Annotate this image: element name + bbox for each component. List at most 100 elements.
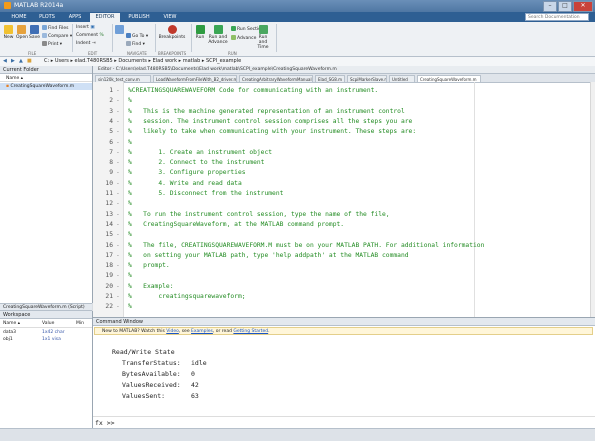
find-button[interactable]: Find ▾	[126, 41, 145, 47]
browse-folder-icon[interactable]: ■	[27, 58, 32, 64]
open-button[interactable]: Open	[16, 25, 28, 40]
tab-home[interactable]: HOME	[6, 13, 32, 22]
tab-file[interactable]: Untitled	[389, 75, 415, 82]
matlab-logo-icon	[4, 2, 11, 9]
tab-file[interactable]: ScpiMarkerSlave.m	[347, 75, 387, 82]
code-line[interactable]: 10-% 4. Write and read data	[93, 179, 593, 189]
go-to-folder-button[interactable]	[114, 25, 124, 35]
tab-file[interactable]: LoadWaveformFromFileWith_B2_driver.m	[153, 75, 237, 82]
maximize-button[interactable]: □	[558, 1, 572, 12]
section-edit: EDIT	[88, 51, 98, 56]
comment-label: Comment	[76, 33, 99, 38]
code-line[interactable]: 8-% 2. Connect to the instrument	[93, 158, 593, 168]
value-column-header[interactable]: Value	[42, 320, 54, 327]
comment-icon: %	[99, 33, 104, 38]
code-line[interactable]: 9-% 3. Configure properties	[93, 168, 593, 178]
line-number: 17	[105, 251, 113, 259]
min-column-header[interactable]: Min	[76, 320, 84, 327]
code-line[interactable]: 13-% To run the instrument control sessi…	[93, 210, 593, 220]
tab-publish[interactable]: PUBLISH	[124, 13, 154, 22]
tab-file[interactable]: CreatingArbitraryWaveformManually.m	[239, 75, 313, 82]
code-line[interactable]: 3-% This is the machine generated repres…	[93, 107, 593, 117]
code-comment: % 3. Configure properties	[128, 169, 246, 177]
editor-panel: Editor - C:\Users\elad.T480RSB5\Document…	[93, 66, 595, 317]
insert-button[interactable]: Insert ▣	[76, 25, 95, 30]
video-link[interactable]: Video	[166, 329, 179, 334]
tab-file[interactable]: Elad_SG8.m	[315, 75, 345, 82]
file-details-bar[interactable]: CreatingSquareWaveform.m (Script)	[0, 303, 92, 311]
close-button[interactable]: ✕	[573, 1, 593, 12]
table-row[interactable]: obj1 1x1 visa	[0, 336, 92, 343]
tab-plots[interactable]: PLOTS	[34, 13, 60, 22]
code-line[interactable]: 11- % 5. Disconnect from the instrument	[93, 189, 593, 199]
editor-ribbon: New Open Save Find Files Compare ▾ Print…	[0, 22, 595, 57]
go-to-button[interactable]: Go To ▾	[126, 33, 148, 39]
new-file-icon	[4, 25, 13, 34]
variable-name: data3	[3, 330, 16, 335]
list-item[interactable]: ▪ CreatingSquareWaveform.m	[0, 83, 92, 90]
run-icon	[195, 25, 205, 34]
tab-file[interactable]: sin120k_test_conv.m	[95, 75, 151, 82]
code-line[interactable]: 21- % creatingsquarewaveform;	[93, 292, 593, 302]
find-files-button[interactable]: Find Files	[42, 25, 69, 31]
indent-button[interactable]: Indent ⇥	[76, 41, 96, 46]
tab-view[interactable]: VIEW	[158, 13, 182, 22]
tab-editor[interactable]: EDITOR	[90, 13, 120, 22]
tab-apps[interactable]: APPS	[62, 13, 88, 22]
code-line[interactable]: 20-% Example:	[93, 282, 593, 292]
getting-started-link[interactable]: Getting Started	[233, 329, 268, 334]
code-line[interactable]: 6-%	[93, 138, 593, 148]
code-line[interactable]: 14-% CreatingSquareWaveform, at the MATL…	[93, 220, 593, 230]
code-line[interactable]: 17-% on setting your MATLAB path, type '…	[93, 251, 593, 261]
up-folder-icon[interactable]: ▲	[19, 58, 23, 64]
comment-button[interactable]: Comment %	[76, 33, 104, 38]
forward-arrow-icon[interactable]: ▶	[11, 58, 15, 64]
minimize-button[interactable]: –	[543, 1, 557, 12]
code-line[interactable]: 2-%	[93, 96, 593, 106]
print-icon	[42, 41, 47, 46]
run-and-advance-button[interactable]: Run and Advance	[207, 25, 229, 45]
run-and-time-button[interactable]: Run and Time	[254, 25, 272, 50]
code-comment: % session. The instrument control sessio…	[128, 117, 413, 125]
code-line[interactable]: 12-%	[93, 199, 593, 209]
line-number: 4	[109, 117, 113, 125]
vertical-scrollbar[interactable]	[590, 82, 595, 317]
go-to-icon	[126, 33, 131, 38]
new-button[interactable]: New	[3, 25, 14, 40]
line-number: 1	[109, 87, 113, 94]
search-documentation-input[interactable]: Search Documentation	[525, 13, 589, 21]
code-comment: % To run the instrument control session,…	[128, 210, 390, 218]
examples-link[interactable]: Examples	[191, 329, 213, 334]
current-path[interactable]: C: ▸ Users ▸ elad.T480RSB5 ▸ Documents ▸…	[44, 58, 241, 65]
tab-file-active[interactable]: CreatingSquareWaveform.m	[417, 75, 481, 82]
notice-text: New to MATLAB? Watch this	[102, 329, 167, 334]
output-label: ValuesReceived:	[122, 381, 181, 389]
table-row[interactable]: data3 1x42 char	[0, 329, 92, 336]
line-marker: -	[116, 179, 120, 187]
code-line[interactable]: 18-% prompt.	[93, 261, 593, 271]
code-line[interactable]: 16-% The file, CREATINGSQUAREWAVEFORM.M …	[93, 241, 593, 251]
code-line[interactable]: 19-%	[93, 271, 593, 281]
code-area[interactable]: 1- %CREATINGSQUAREWAVEFORM Code for commu…	[93, 86, 595, 317]
compare-button[interactable]: Compare ▾	[42, 33, 72, 39]
output-label: ValuesSent:	[122, 392, 166, 400]
new-label: New	[3, 35, 14, 40]
code-line[interactable]: 4-% session. The instrument control sess…	[93, 117, 593, 127]
save-button[interactable]: Save	[29, 25, 40, 40]
advance-button[interactable]: Advance	[231, 35, 256, 41]
name-column-header[interactable]: Name ▴	[3, 320, 20, 327]
back-arrow-icon[interactable]: ◀	[3, 58, 7, 64]
code-line[interactable]: 5-% likely to take when communicating wi…	[93, 127, 593, 137]
run-button[interactable]: Run	[194, 25, 206, 40]
code-comment: %	[128, 200, 132, 208]
breakpoints-button[interactable]: Breakpoints	[158, 25, 186, 40]
code-line[interactable]: 15-%	[93, 230, 593, 240]
code-line[interactable]: 22-%	[93, 302, 593, 312]
code-line[interactable]: 7-% 1. Create an instrument object	[93, 148, 593, 158]
name-column-header[interactable]: Name ▴	[0, 75, 92, 82]
command-window[interactable]: Command Window New to MATLAB? Watch this…	[93, 317, 595, 428]
code-line[interactable]: 1- %CREATINGSQUAREWAVEFORM Code for commu…	[93, 86, 593, 96]
line-marker: -	[116, 138, 120, 146]
print-button[interactable]: Print ▾	[42, 41, 62, 47]
code-comment: % 4. Write and read data	[128, 179, 242, 187]
